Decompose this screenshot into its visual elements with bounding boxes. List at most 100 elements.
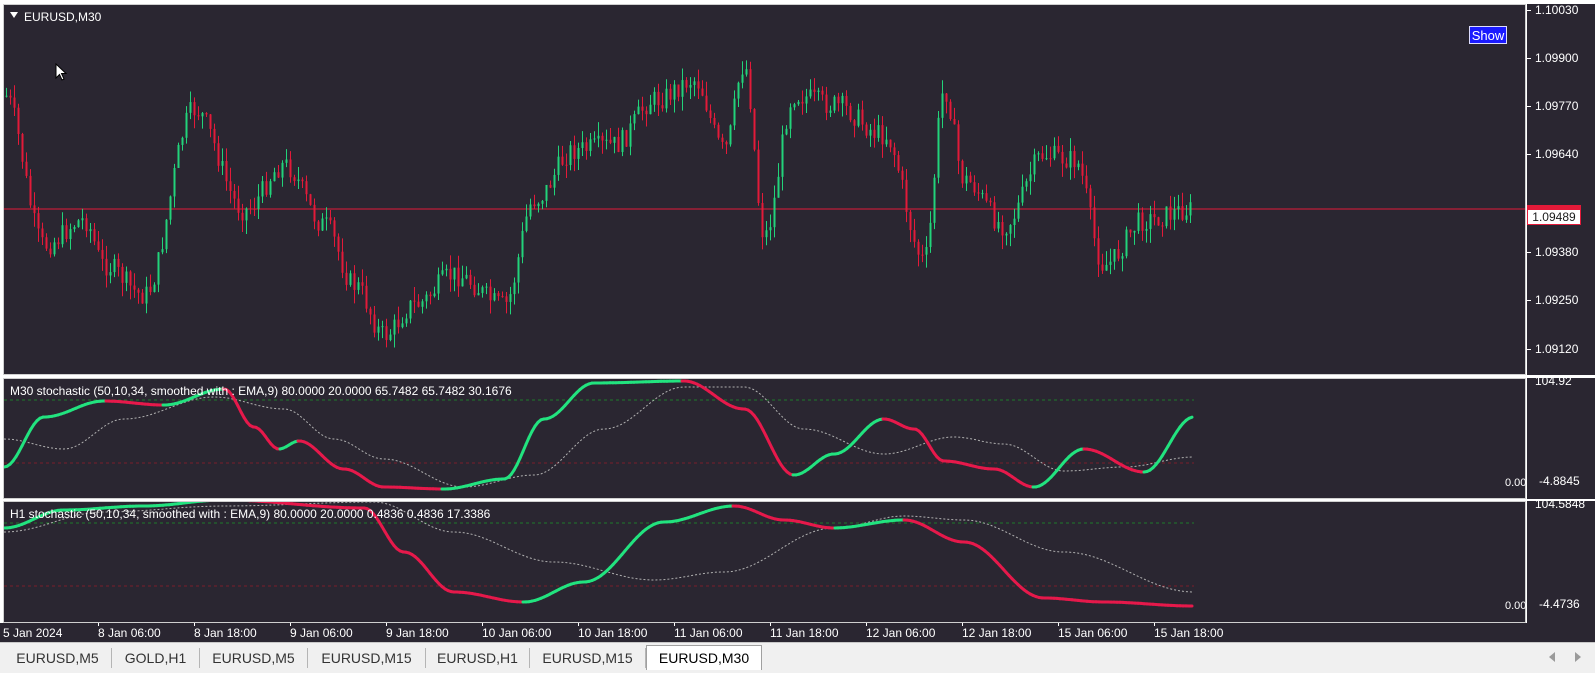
h1-value-axis: 104.5848 -4.4736 0.00	[1527, 501, 1595, 623]
candle-body	[970, 176, 972, 183]
candle-body	[966, 176, 968, 184]
time-axis: 5 Jan 2024 8 Jan 06:00 8 Jan 18:00 9 Jan…	[0, 623, 1595, 642]
candle-body	[982, 193, 984, 194]
candle-body	[638, 107, 640, 115]
candle-body	[382, 326, 384, 327]
candle-body	[1118, 249, 1120, 259]
scroll-right-icon[interactable]	[1575, 652, 1581, 662]
candle-body	[414, 301, 416, 302]
candle-body	[738, 83, 740, 99]
h1-stochastic-pane[interactable]: H1 stochastic (50,10,34, smoothed with :…	[3, 501, 1526, 623]
candle-body	[942, 93, 944, 117]
price-label: 1.09120	[1535, 342, 1578, 356]
tab-eurusd-m5[interactable]: EURUSD,M5	[4, 648, 112, 668]
candle-body	[978, 192, 980, 193]
chart-area[interactable]: EURUSD,M30 Show 1.10030 1.09900 1.09770 …	[0, 0, 1595, 642]
candle-body	[714, 118, 716, 125]
price-label: 1.09770	[1535, 99, 1578, 113]
tab-gold-h1[interactable]: GOLD,H1	[112, 648, 200, 668]
candle-body	[178, 145, 180, 168]
candle-body	[986, 193, 988, 201]
candle-body	[170, 196, 172, 219]
candle-body	[906, 180, 908, 212]
candle-body	[58, 242, 60, 244]
price-chart-pane[interactable]: EURUSD,M30 Show	[3, 4, 1526, 375]
candle-body	[338, 237, 340, 252]
candle-body	[250, 208, 252, 209]
candle-body	[254, 209, 256, 210]
candle-body	[534, 204, 536, 206]
candle-body	[34, 205, 36, 213]
time-label: 5 Jan 2024	[3, 626, 62, 640]
candle-body	[130, 272, 132, 286]
candle-body	[90, 229, 92, 231]
candle-body	[426, 295, 428, 302]
candle-body	[698, 81, 700, 88]
candle-body	[518, 257, 520, 282]
candle-body	[826, 95, 828, 113]
tab-eurusd-m15-2[interactable]: EURUSD,M15	[530, 648, 646, 668]
tab-eurusd-m5-2[interactable]: EURUSD,M5	[200, 648, 308, 668]
candle-body	[358, 282, 360, 290]
candle-body	[162, 249, 164, 252]
candle-body	[1058, 146, 1060, 152]
show-button[interactable]: Show	[1469, 26, 1507, 44]
candle-body	[702, 89, 704, 96]
candle-body	[750, 69, 752, 109]
h1-axis-zero: 0.00	[1505, 600, 1526, 612]
candle-body	[1146, 229, 1148, 231]
tab-eurusd-m30[interactable]: EURUSD,M30	[646, 645, 762, 670]
candle-body	[462, 278, 464, 286]
candle-body	[486, 287, 488, 288]
candle-body	[1094, 207, 1096, 238]
tab-eurusd-h1[interactable]: EURUSD,H1	[426, 648, 530, 668]
candle-body	[1062, 152, 1064, 164]
candle-body	[734, 99, 736, 126]
candle-body	[1014, 219, 1016, 225]
candle-body	[798, 102, 800, 104]
candle-body	[914, 230, 916, 242]
candle-body	[1078, 164, 1080, 167]
candle-body	[762, 203, 764, 237]
candle-body	[1054, 146, 1056, 158]
candle-body	[874, 130, 876, 138]
candle-body	[602, 136, 604, 141]
candle-body	[1102, 265, 1104, 271]
candle-body	[598, 136, 600, 139]
candle-body	[406, 319, 408, 324]
candle-body	[230, 181, 232, 191]
candle-body	[310, 194, 312, 205]
candle-body	[1086, 176, 1088, 189]
candle-body	[918, 242, 920, 255]
candle-body	[134, 286, 136, 290]
candle-body	[1178, 206, 1180, 209]
candle-body	[646, 111, 648, 115]
candle-body	[490, 287, 492, 301]
collapse-triangle-icon[interactable]	[10, 12, 18, 18]
candle-body	[758, 150, 760, 203]
candle-body	[258, 196, 260, 208]
candle-body	[998, 222, 1000, 229]
candle-body	[1030, 174, 1032, 181]
price-tick	[1527, 106, 1531, 107]
candle-body	[126, 272, 128, 283]
candle-body	[410, 301, 412, 319]
scroll-left-icon[interactable]	[1549, 652, 1555, 662]
m30-stochastic-pane[interactable]: M30 stochastic (50,10,34, smoothed with …	[3, 378, 1526, 499]
candle-body	[1122, 256, 1124, 258]
candle-body	[418, 302, 420, 307]
candle-body	[1158, 217, 1160, 225]
tab-eurusd-m15[interactable]: EURUSD,M15	[308, 648, 426, 668]
candle-body	[362, 282, 364, 286]
candle-body	[74, 227, 76, 229]
candle-body	[302, 180, 304, 182]
candle-body	[446, 269, 448, 270]
candle-body	[650, 105, 652, 114]
candle-body	[158, 252, 160, 284]
candle-body	[346, 273, 348, 285]
candle-body	[442, 270, 444, 274]
price-label: 1.10030	[1535, 3, 1578, 17]
candle-body	[1114, 249, 1116, 262]
candle-body	[206, 113, 208, 114]
candle-body	[538, 204, 540, 206]
